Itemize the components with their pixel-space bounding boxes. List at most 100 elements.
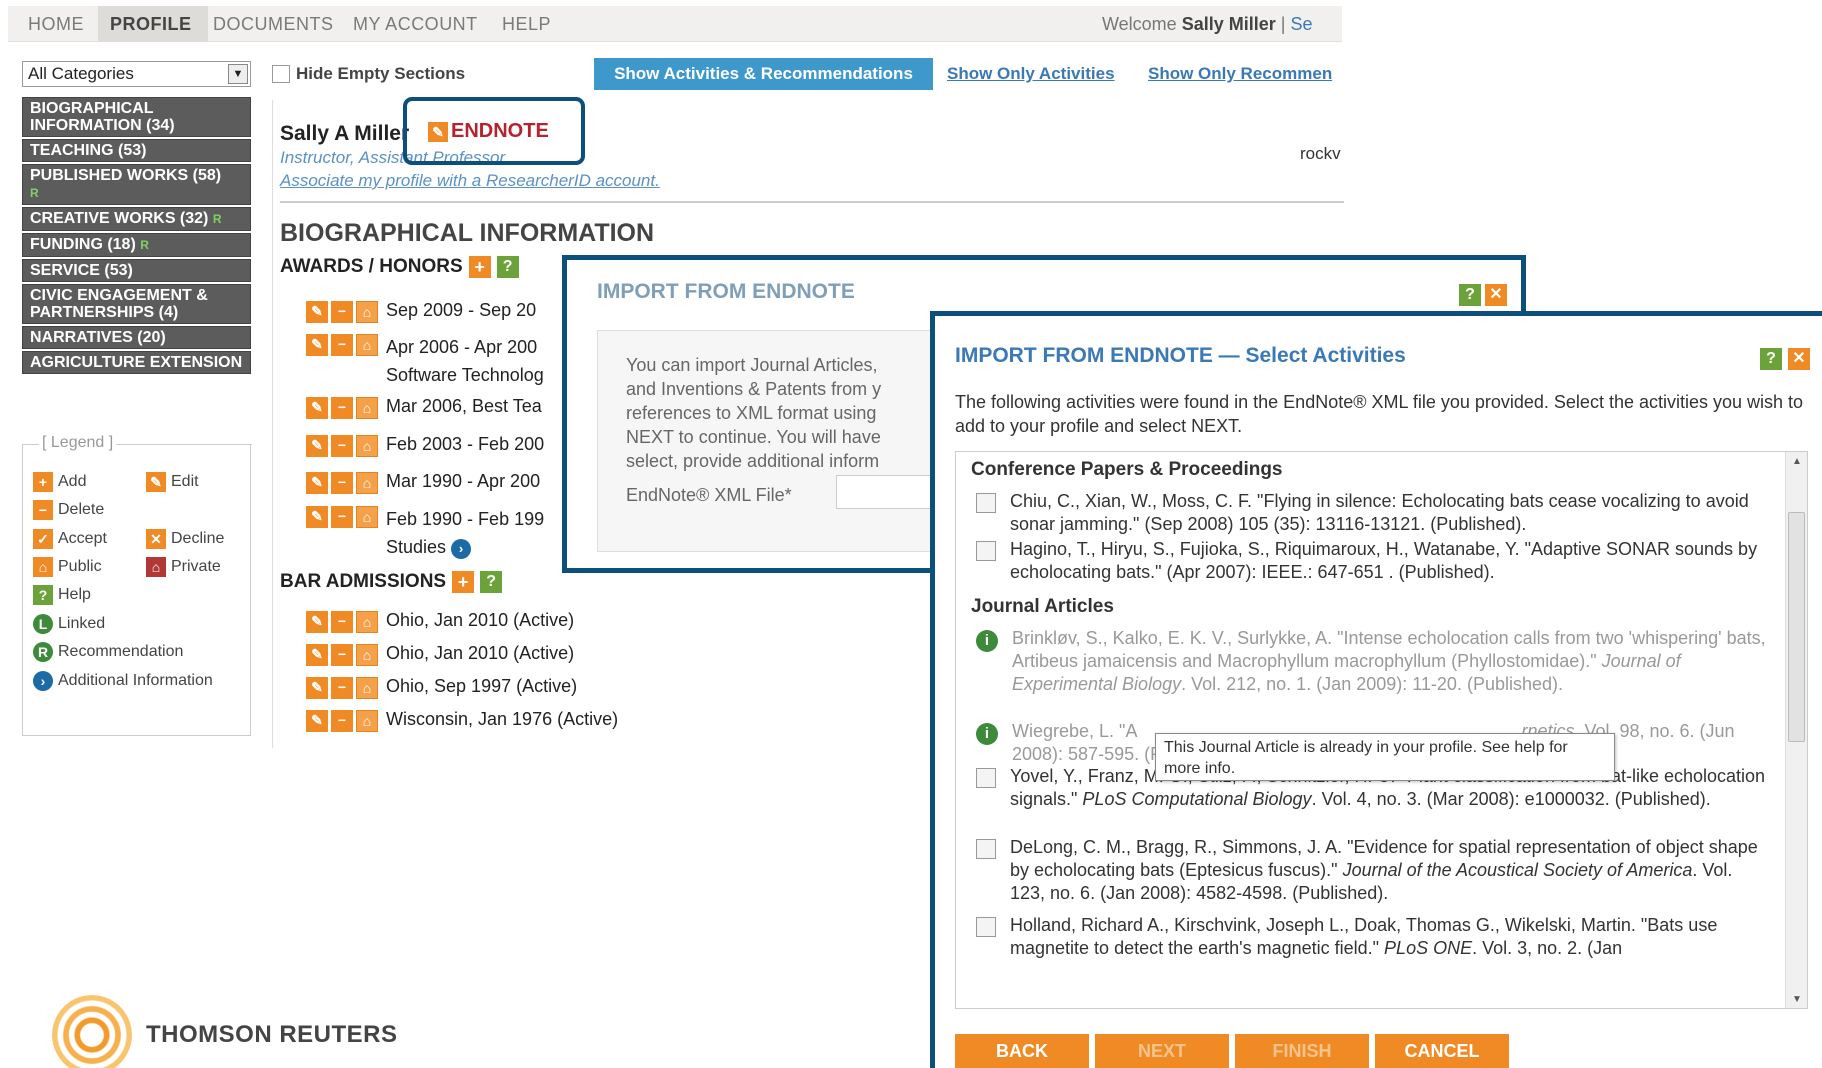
add-icon: + (33, 472, 53, 492)
help-icon[interactable]: ? (1760, 348, 1782, 370)
sidebar-item-funding[interactable]: FUNDING (18) R (22, 233, 251, 257)
delete-icon[interactable]: − (331, 472, 353, 494)
top-nav: HOME PROFILE DOCUMENTS MY ACCOUNT HELP W… (8, 6, 1342, 42)
show-all-button[interactable]: Show Activities & Recommendations (594, 58, 933, 90)
legend-accept: ✓ Accept (33, 529, 107, 549)
edit-icon[interactable]: ✎ (306, 710, 328, 732)
next-button[interactable]: NEXT (1095, 1034, 1229, 1068)
unlock-icon[interactable]: ⌂ (356, 435, 378, 457)
checkbox[interactable] (272, 65, 290, 83)
add-icon[interactable]: + (468, 256, 491, 278)
additional-info-icon[interactable]: › (451, 539, 472, 559)
nav-tab-home[interactable]: HOME (28, 14, 84, 35)
unlock-icon[interactable]: ⌂ (356, 611, 378, 633)
select-checkbox[interactable] (976, 917, 996, 937)
delete-icon[interactable]: − (331, 677, 353, 699)
edit-icon[interactable]: ✎ (306, 644, 328, 666)
delete-icon[interactable]: − (331, 506, 353, 528)
legend-title: [ Legend ] (39, 434, 117, 452)
sidebar-item-narratives[interactable]: NARRATIVES (20) (22, 326, 251, 349)
nav-tab-documents[interactable]: DOCUMENTS (213, 14, 334, 35)
signout-link[interactable]: Se (1290, 14, 1312, 34)
delete-icon[interactable]: − (331, 435, 353, 457)
edit-icon[interactable]: ✎ (306, 677, 328, 699)
bar-title: BAR ADMISSIONS (280, 571, 447, 592)
nav-tab-my-account[interactable]: MY ACCOUNT (353, 14, 478, 35)
help-icon[interactable]: ? (496, 256, 519, 278)
edit-icon[interactable]: ✎ (306, 334, 328, 356)
list-item: i Brinkløv, S., Kalko, E. K. V., Surlykke… (976, 627, 1766, 696)
select-checkbox[interactable] (976, 839, 996, 859)
info-icon[interactable]: i (976, 630, 998, 652)
legend-label: Private (171, 558, 221, 575)
delete-icon[interactable]: − (331, 710, 353, 732)
edit-icon[interactable]: ✎ (306, 506, 328, 528)
show-only-recommendations-link[interactable]: Show Only Recommen (1148, 64, 1343, 84)
close-icon[interactable]: ✕ (1788, 348, 1810, 370)
hide-empty-checkbox[interactable]: Hide Empty Sections (272, 64, 465, 84)
finish-button[interactable]: FINISH (1235, 1034, 1369, 1068)
unlock-icon[interactable]: ⌂ (356, 472, 378, 494)
sidebar-item-creative-works[interactable]: CREATIVE WORKS (32) R (22, 207, 251, 231)
nav-tab-help[interactable]: HELP (502, 14, 551, 35)
dialog-text-line: select, provide additional inform (626, 451, 880, 471)
activities-list[interactable]: Conference Papers & Proceedings Chiu, C.… (955, 451, 1808, 1009)
legend: [ Legend ] + Add ✎ Edit − Delete ✓ Accept ✕ D… (22, 434, 252, 736)
delete-icon[interactable]: − (331, 397, 353, 419)
edit-icon[interactable]: ✎ (306, 301, 328, 323)
delete-icon[interactable]: − (331, 644, 353, 666)
xml-file-label: EndNote® XML File* (626, 485, 792, 505)
lock-icon: ⌂ (146, 557, 166, 577)
close-icon[interactable]: ✕ (1485, 284, 1507, 306)
delete-icon[interactable]: − (331, 611, 353, 633)
show-only-activities-link[interactable]: Show Only Activities (947, 64, 1115, 84)
unlock-icon[interactable]: ⌂ (356, 397, 378, 419)
scroll-up-icon[interactable]: ▲ (1786, 452, 1807, 472)
scroll-thumb[interactable] (1788, 512, 1805, 742)
sidebar-item-published-works[interactable]: PUBLISHED WORKS (58) R (22, 164, 251, 205)
sidebar-item-civic[interactable]: CIVIC ENGAGEMENT & PARTNERSHIPS (4) (22, 284, 251, 324)
delete-icon[interactable]: − (331, 301, 353, 323)
cancel-button[interactable]: CANCEL (1375, 1034, 1509, 1068)
select-checkbox[interactable] (976, 541, 996, 561)
award-row: ✎ − ⌂ Mar 2006, Best Tea (306, 396, 542, 419)
activities-list-content: Conference Papers & Proceedings Chiu, C.… (956, 452, 1786, 1008)
award-row: ✎ − ⌂ Feb 2003 - Feb 200 (306, 434, 544, 457)
list-item: Holland, Richard A., Kirschvink, Joseph … (976, 914, 1766, 960)
back-button[interactable]: BACK (955, 1034, 1089, 1068)
section-heading: Conference Papers & Proceedings (971, 459, 1283, 480)
chevron-down-icon[interactable]: ▼ (228, 64, 248, 84)
dialog-text-line: NEXT to continue. You will have (626, 427, 881, 447)
select-checkbox[interactable] (976, 493, 996, 513)
add-icon[interactable]: + (452, 571, 475, 593)
unlock-icon[interactable]: ⌂ (356, 334, 378, 356)
edit-icon[interactable]: ✎ (306, 611, 328, 633)
info-icon[interactable]: i (976, 723, 998, 745)
unlock-icon[interactable]: ⌂ (356, 677, 378, 699)
unlock-icon: ⌂ (33, 557, 53, 577)
category-select[interactable]: All Categories ▼ (22, 61, 251, 87)
delete-icon[interactable]: − (331, 334, 353, 356)
select-checkbox[interactable] (976, 768, 996, 788)
associate-researcherid-link[interactable]: Associate my profile with a ResearcherID… (280, 171, 660, 191)
scroll-down-icon[interactable]: ▼ (1786, 990, 1807, 1008)
sidebar-item-service[interactable]: SERVICE (53) (22, 259, 251, 282)
sidebar-item-agriculture[interactable]: AGRICULTURE EXTENSION (22, 351, 251, 374)
unlock-icon[interactable]: ⌂ (356, 506, 378, 528)
list-item: DeLong, C. M., Bragg, R., Simmons, J. A.… (976, 836, 1766, 905)
edit-icon[interactable]: ✎ (306, 397, 328, 419)
sidebar-item-label: BIOGRAPHICAL INFORMATION (34) (30, 100, 175, 134)
unlock-icon[interactable]: ⌂ (356, 301, 378, 323)
nav-tab-profile[interactable]: PROFILE (110, 14, 192, 35)
edit-icon[interactable]: ✎ (306, 472, 328, 494)
unlock-icon[interactable]: ⌂ (356, 710, 378, 732)
edit-icon[interactable]: ✎ (306, 435, 328, 457)
sidebar-item-biographical[interactable]: BIOGRAPHICAL INFORMATION (34) (22, 97, 251, 137)
help-icon[interactable]: ? (1459, 284, 1481, 306)
legend-label: Additional Information (58, 672, 213, 689)
award-subtext: Studies (386, 537, 447, 557)
unlock-icon[interactable]: ⌂ (356, 644, 378, 666)
help-icon[interactable]: ? (480, 571, 503, 593)
sidebar-item-teaching[interactable]: TEACHING (53) (22, 139, 251, 162)
scrollbar[interactable]: ▲ ▼ (1785, 452, 1807, 1008)
